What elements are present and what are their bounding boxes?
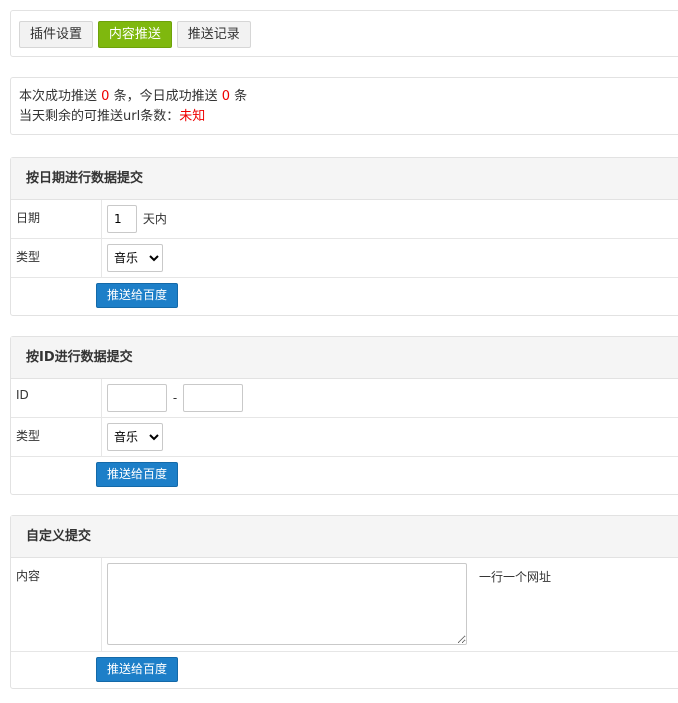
success-mid: 条，今日成功推送 — [113, 89, 218, 104]
success-count: 0 — [101, 89, 110, 104]
remaining-value: 未知 — [179, 109, 206, 124]
date-row: 日期 天内 — [11, 200, 678, 239]
today-count: 0 — [221, 89, 231, 104]
tab-push-records[interactable]: 推送记录 — [176, 21, 251, 48]
tab-plugin-settings[interactable]: 插件设置 — [19, 21, 94, 48]
type-select[interactable]: 音乐 — [107, 244, 163, 272]
custom-submit-section: 自定义提交 内容 一行一个网址 推送给百度 — [10, 515, 678, 689]
days-unit: 天内 — [142, 212, 167, 226]
url-textarea[interactable] — [107, 563, 467, 645]
content-row: 内容 一行一个网址 — [11, 558, 678, 652]
type-row: 类型 音乐 — [11, 418, 678, 457]
id-from-input[interactable] — [107, 384, 167, 412]
id-row: ID - — [11, 379, 678, 418]
days-input[interactable] — [107, 205, 137, 233]
remaining-label: 当天剩余的可推送url条数： — [19, 109, 180, 124]
id-to-input[interactable] — [183, 384, 243, 412]
push-to-baidu-button[interactable]: 推送给百度 — [96, 462, 179, 487]
push-status-panel: 本次成功推送 0 条，今日成功推送 0 条 当天剩余的可推送url条数：未知 — [10, 77, 678, 135]
date-field: 天内 — [107, 205, 167, 233]
type-field: 音乐 — [107, 423, 163, 451]
content-field — [107, 563, 467, 648]
date-submit-section: 按日期进行数据提交 日期 天内 类型 音乐 推送给百度 — [10, 157, 678, 316]
action-row: 推送给百度 — [11, 278, 678, 315]
type-label: 类型 — [11, 418, 102, 456]
type-label: 类型 — [11, 239, 102, 277]
push-count-line: 本次成功推送 0 条，今日成功推送 0 条 — [19, 87, 678, 107]
action-row: 推送给百度 — [11, 457, 678, 494]
success-prefix: 本次成功推送 — [19, 89, 98, 104]
date-label: 日期 — [11, 200, 102, 238]
tab-bar: 插件设置 内容推送 推送记录 — [10, 10, 678, 57]
section-title: 按ID进行数据提交 — [11, 337, 678, 379]
content-label: 内容 — [11, 558, 102, 651]
success-suffix: 条 — [234, 89, 248, 104]
type-row: 类型 音乐 — [11, 239, 678, 278]
id-separator: - — [172, 391, 178, 405]
section-title: 按日期进行数据提交 — [11, 158, 678, 200]
type-select[interactable]: 音乐 — [107, 423, 163, 451]
section-title: 自定义提交 — [11, 516, 678, 558]
tab-content-push[interactable]: 内容推送 — [97, 21, 172, 48]
id-label: ID — [11, 379, 102, 417]
action-row: 推送给百度 — [11, 652, 678, 689]
push-to-baidu-button[interactable]: 推送给百度 — [96, 283, 179, 308]
remaining-line: 当天剩余的可推送url条数：未知 — [19, 107, 678, 127]
type-field: 音乐 — [107, 244, 163, 272]
url-hint: 一行一个网址 — [479, 570, 552, 584]
id-submit-section: 按ID进行数据提交 ID - 类型 音乐 推送给百度 — [10, 336, 678, 495]
id-range-field: - — [107, 384, 243, 412]
push-to-baidu-button[interactable]: 推送给百度 — [96, 657, 179, 682]
